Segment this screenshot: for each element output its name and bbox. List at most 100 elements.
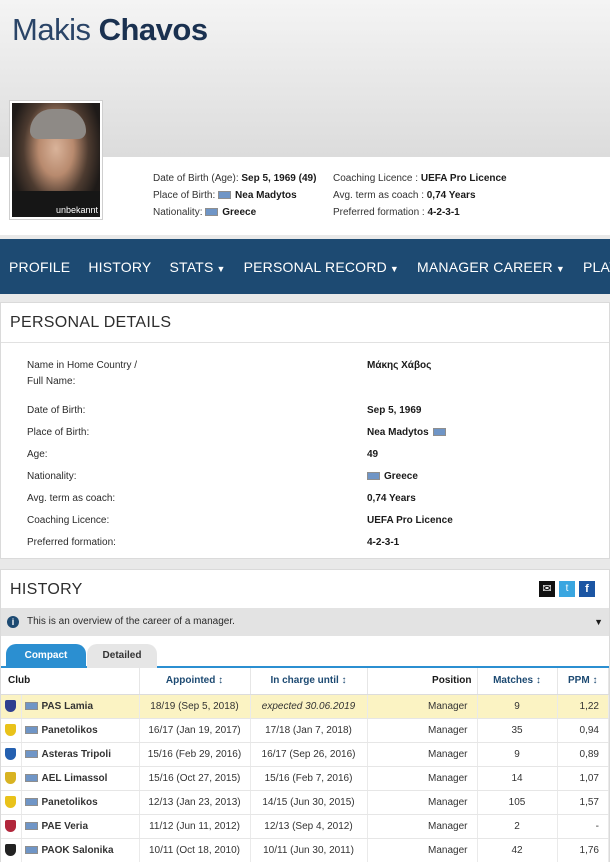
club-name-link[interactable]: PAOK Salonika: [21, 838, 140, 862]
greece-flag-icon: [432, 428, 446, 436]
personal-details-box: PERSONAL DETAILS Name in Home Country / F…: [0, 302, 610, 559]
caret-down-icon: ▼: [216, 263, 226, 274]
flag-icon: [24, 749, 38, 758]
history-title: HISTORY: [1, 570, 609, 610]
col-appointed[interactable]: Appointed ↕: [139, 668, 251, 695]
matches-link[interactable]: 2: [477, 814, 558, 839]
club-name-link[interactable]: Asteras Tripoli: [21, 742, 140, 767]
facebook-icon[interactable]: f: [579, 581, 595, 597]
flag-icon: [24, 725, 38, 734]
position-cell: Manager: [367, 718, 478, 743]
ppm-cell: 1,22: [557, 694, 609, 719]
flag-icon: [24, 797, 38, 806]
col-until[interactable]: In charge until ↕: [250, 668, 368, 695]
tab-detailed[interactable]: Detailed: [87, 644, 157, 668]
appointed-cell: 15/16 (Oct 27, 2015): [139, 766, 251, 791]
club-logo-icon[interactable]: [1, 814, 22, 839]
col-matches[interactable]: Matches ↕: [477, 668, 558, 695]
club-logo-icon[interactable]: [1, 838, 22, 862]
club-name-link[interactable]: Panetolikos: [21, 790, 140, 815]
matches-link[interactable]: 42: [477, 838, 558, 862]
pd-value: Sep 5, 1969: [367, 405, 422, 416]
col-ppm[interactable]: PPM ↕: [557, 668, 609, 695]
appointed-cell: 10/11 (Oct 18, 2010): [139, 838, 251, 862]
facts-right: Coaching Licence : UEFA Pro Licence Avg.…: [333, 170, 507, 221]
history-tabs: Compact Detailed: [1, 642, 609, 668]
manager-photo: unbekannt: [9, 100, 103, 220]
club-logo-icon[interactable]: [1, 742, 22, 767]
position-cell: Manager: [367, 742, 478, 767]
ppm-cell: 1,57: [557, 790, 609, 815]
until-cell: 10/11 (Jun 30, 2011): [250, 838, 368, 862]
matches-link[interactable]: 14: [477, 766, 558, 791]
position-cell: Manager: [367, 694, 478, 719]
fact-nationality: Nationality: Greece: [153, 207, 257, 218]
until-cell: 12/13 (Sep 4, 2012): [250, 814, 368, 839]
until-cell: 14/15 (Jun 30, 2015): [250, 790, 368, 815]
club-logo-icon[interactable]: [1, 790, 22, 815]
pd-value: 4-2-3-1: [367, 537, 400, 548]
twitter-icon[interactable]: t: [559, 581, 575, 597]
nav-item-manager-career[interactable]: MANAGER CAREER ▼: [417, 259, 565, 275]
until-cell: 16/17 (Sep 26, 2016): [250, 742, 368, 767]
flag-icon: [24, 701, 38, 710]
club-name-link[interactable]: PAS Lamia: [21, 694, 140, 719]
chevron-down-icon[interactable]: ▼: [594, 608, 603, 636]
pd-value: Μάκης Χάβος: [367, 360, 432, 371]
club-logo-icon[interactable]: [1, 766, 22, 791]
pd-label: Date of Birth:: [27, 405, 86, 416]
info-notice[interactable]: i This is an overview of the career of a…: [1, 608, 609, 636]
photo-caption: unbekannt: [55, 205, 98, 215]
greece-flag-icon: [205, 208, 219, 216]
matches-link[interactable]: 105: [477, 790, 558, 815]
pd-label: Nationality:: [27, 471, 77, 482]
club-name-link[interactable]: PAE Veria: [21, 814, 140, 839]
matches-link[interactable]: 9: [477, 742, 558, 767]
club-name-link[interactable]: AEL Limassol: [21, 766, 140, 791]
greece-flag-icon: [367, 472, 380, 480]
pd-value: Nea Madytos: [367, 425, 450, 441]
nav-item-personal-record[interactable]: PERSONAL RECORD ▼: [244, 259, 399, 275]
position-cell: Manager: [367, 766, 478, 791]
appointed-cell: 15/16 (Feb 29, 2016): [139, 742, 251, 767]
nav-item-players-used[interactable]: PLAYERS USED: [583, 259, 610, 275]
pd-label: Age:: [27, 449, 48, 460]
appointed-cell: 12/13 (Jan 23, 2013): [139, 790, 251, 815]
nav-item-stats[interactable]: STATS ▼: [169, 259, 225, 275]
table-row: Asteras Tripoli 15/16 (Feb 29, 2016) 16/17…: [1, 742, 609, 767]
greece-flag-icon: [218, 191, 232, 199]
nav-item-profile[interactable]: PROFILE: [9, 259, 70, 275]
col-position: Position: [367, 668, 478, 695]
table-row: PAE Veria 11/12 (Jun 11, 2012) 12/13 (Sep …: [1, 814, 609, 839]
flag-icon: [24, 845, 38, 854]
pd-label: Place of Birth:: [27, 427, 90, 438]
position-cell: Manager: [367, 814, 478, 839]
tab-compact[interactable]: Compact: [6, 644, 86, 668]
pd-label: Preferred formation:: [27, 537, 116, 548]
ppm-cell: 0,94: [557, 718, 609, 743]
until-cell: 15/16 (Feb 7, 2016): [250, 766, 368, 791]
appointed-cell: 18/19 (Sep 5, 2018): [139, 694, 251, 719]
pd-value: 49: [367, 449, 379, 460]
fact-birthplace: Place of Birth: Nea Madytos: [153, 190, 297, 201]
pd-label: Coaching Licence:: [27, 515, 110, 526]
ppm-cell: 1,07: [557, 766, 609, 791]
appointed-cell: 11/12 (Jun 11, 2012): [139, 814, 251, 839]
caret-down-icon: ▼: [389, 263, 399, 274]
main-nav: PROFILE HISTORY STATS ▼ PERSONAL RECORD ▼ MANA…: [0, 239, 610, 294]
matches-link[interactable]: 9: [477, 694, 558, 719]
ppm-cell: -: [557, 814, 609, 839]
nav-item-history[interactable]: HISTORY: [88, 259, 151, 275]
table-row: PAOK Salonika 10/11 (Oct 18, 2010) 10/11 (…: [1, 838, 609, 862]
table-row: Panetolikos 16/17 (Jan 19, 2017) 17/18 (Ja…: [1, 718, 609, 743]
club-logo-icon[interactable]: [1, 694, 22, 719]
club-logo-icon[interactable]: [1, 718, 22, 743]
flag-icon: [24, 773, 38, 782]
club-name-link[interactable]: Panetolikos: [21, 718, 140, 743]
position-cell: Manager: [367, 790, 478, 815]
caret-down-icon: ▼: [555, 263, 565, 274]
fact-avg-term: Avg. term as coach : 0,74 Years: [333, 190, 476, 201]
mail-icon[interactable]: ✉: [539, 581, 555, 597]
appointed-cell: 16/17 (Jan 19, 2017): [139, 718, 251, 743]
matches-link[interactable]: 35: [477, 718, 558, 743]
